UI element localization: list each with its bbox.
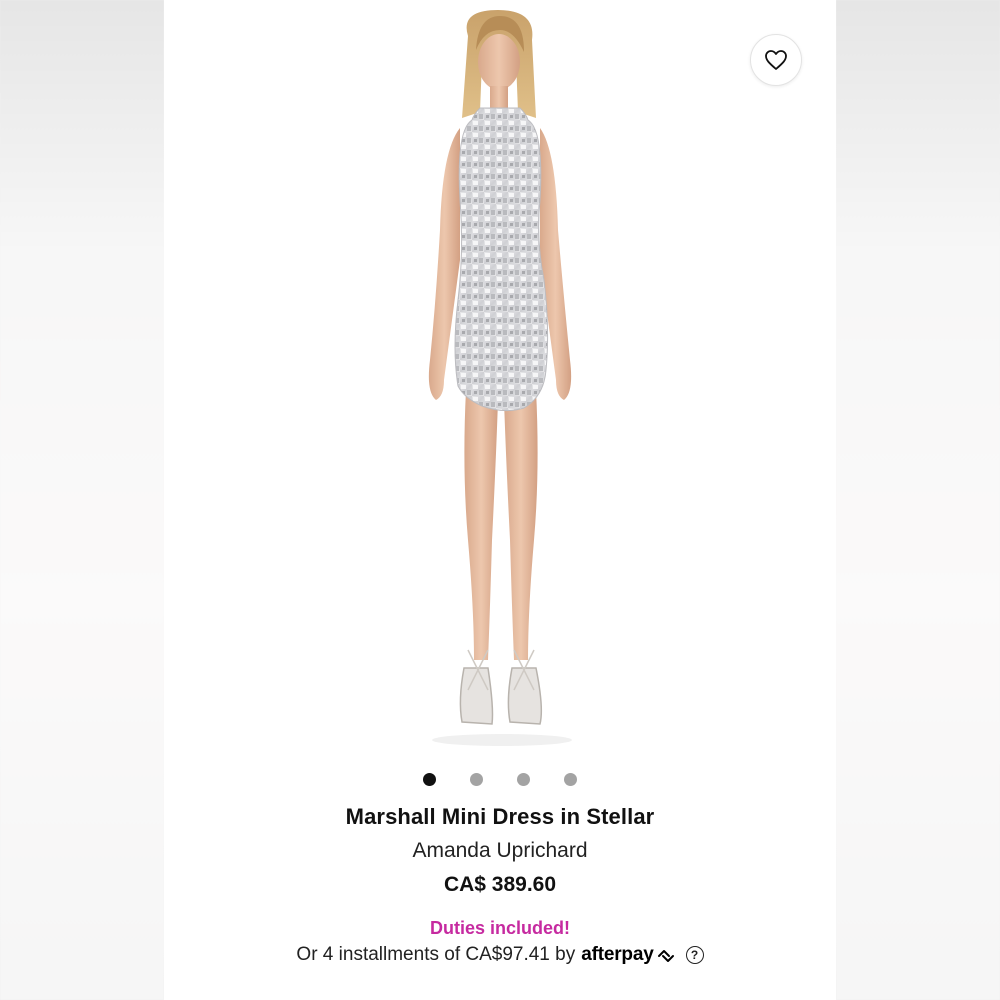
carousel-dot-1[interactable]: [423, 773, 436, 786]
product-panel: Marshall Mini Dress in Stellar Amanda Up…: [164, 0, 836, 1000]
afterpay-arrows-icon: [657, 950, 674, 962]
afterpay-wordmark: afterpay: [581, 944, 654, 965]
carousel-dot-2[interactable]: [470, 773, 483, 786]
carousel-dot-3[interactable]: [517, 773, 530, 786]
wishlist-button[interactable]: [750, 34, 802, 86]
heart-outline-icon: [765, 50, 787, 70]
product-image[interactable]: [364, 0, 636, 760]
afterpay-logo: afterpay: [581, 944, 675, 966]
installments-text: Or 4 installments of CA$97.41 by: [296, 944, 576, 965]
background-right: [836, 0, 1000, 1000]
carousel-dot-4[interactable]: [564, 773, 577, 786]
duties-notice: Duties included!: [429, 918, 570, 938]
product-title: Marshall Mini Dress in Stellar: [345, 804, 655, 829]
image-carousel-dots: [164, 773, 836, 786]
brand-name[interactable]: Amanda Uprichard: [164, 839, 836, 863]
background-left: [0, 0, 164, 1000]
installments-info: Or 4 installments of CA$97.41 by afterpa…: [164, 944, 836, 966]
help-icon[interactable]: ?: [685, 946, 704, 964]
product-price: CA$ 389.60: [443, 873, 557, 896]
